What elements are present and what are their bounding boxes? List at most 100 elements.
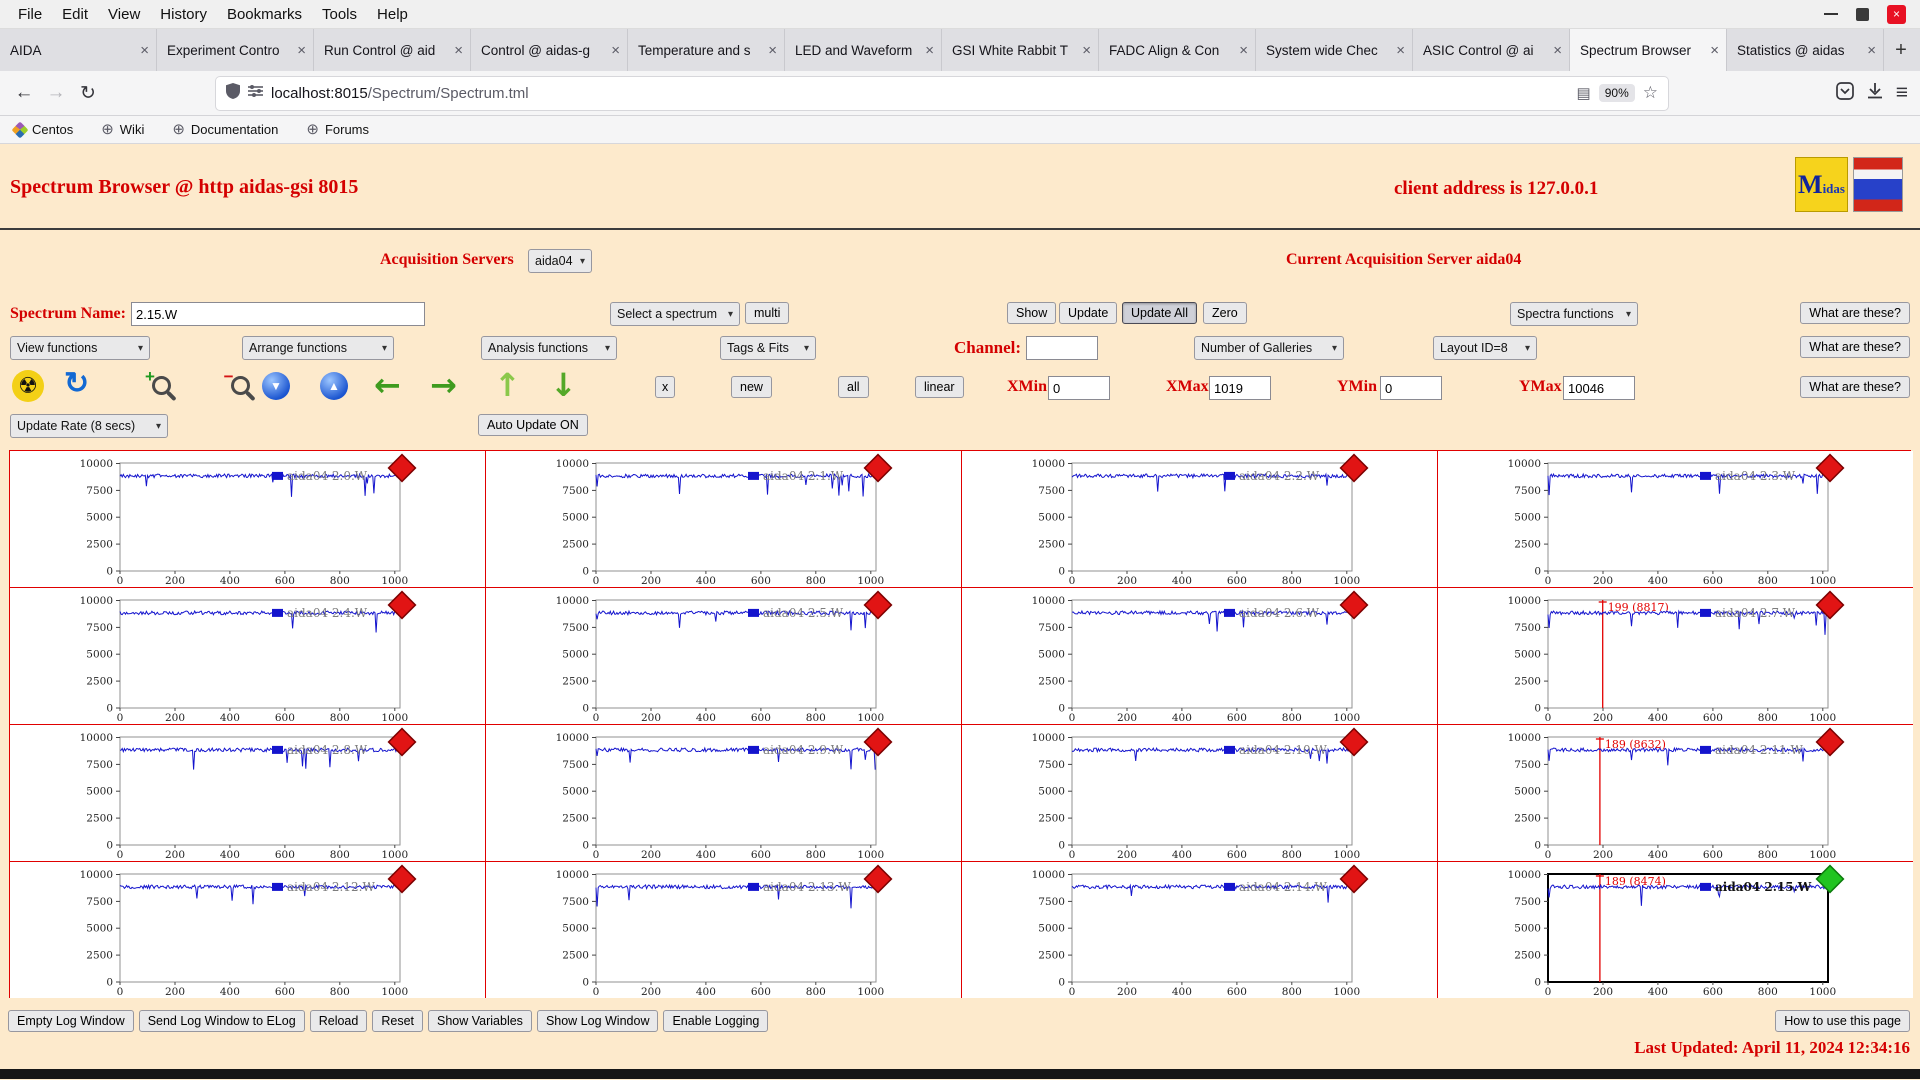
spectrum-plot-aida04-2-11-w[interactable]: 0 2500 5000 7500 10000 0 200 400 600 800 1000 189 (… xyxy=(1438,725,1913,862)
zoom-out-icon[interactable]: − xyxy=(224,367,250,395)
tab-system-wide-chec[interactable]: System wide Chec × xyxy=(1256,29,1413,71)
show-button[interactable]: Show xyxy=(1007,302,1057,324)
tab-spectrum-browser[interactable]: Spectrum Browser × xyxy=(1570,29,1727,71)
refresh-icon[interactable]: ↻ xyxy=(64,368,89,400)
menu-tools[interactable]: Tools xyxy=(312,0,367,28)
spectrum-name-input[interactable] xyxy=(131,302,425,326)
what-are-these-button[interactable]: What are these? xyxy=(1800,336,1910,358)
tab-led-and-waveform[interactable]: LED and Waveform × xyxy=(785,29,942,71)
menu-help[interactable]: Help xyxy=(367,0,418,28)
tab-close-icon[interactable]: × xyxy=(925,42,934,59)
select-spectrum-select[interactable]: Select a spectrum ▾ xyxy=(610,302,740,326)
tab-asic-control-ai[interactable]: ASIC Control @ ai × xyxy=(1413,29,1570,71)
menu-icon[interactable]: ≡ xyxy=(1896,81,1908,105)
tab-close-icon[interactable]: × xyxy=(1082,42,1091,59)
footer-show-log-window[interactable]: Show Log Window xyxy=(536,1010,659,1032)
tab-close-icon[interactable]: × xyxy=(297,42,306,59)
arrow-right-icon[interactable]: → xyxy=(430,368,457,402)
multi-button[interactable]: multi xyxy=(745,302,790,324)
bookmark-star-icon[interactable]: ☆ xyxy=(1643,83,1658,103)
spectrum-plot-aida04-2-0-w[interactable]: 0 2500 5000 7500 10000 0 200 400 600 800 1000 aida0… xyxy=(10,451,486,588)
spectra-functions-select[interactable]: Spectra functions ▾ xyxy=(1510,302,1638,326)
spectrum-plot-aida04-2-13-w[interactable]: 0 2500 5000 7500 10000 0 200 400 600 800 1000 aida0… xyxy=(486,862,962,998)
permissions-icon[interactable] xyxy=(248,84,263,103)
spectrum-plot-aida04-2-9-w[interactable]: 0 2500 5000 7500 10000 0 200 400 600 800 1000 aida0… xyxy=(486,725,962,862)
downloads-icon[interactable] xyxy=(1866,82,1884,105)
spectrum-plot-aida04-2-10-w[interactable]: 0 2500 5000 7500 10000 0 200 400 600 800 1000 aida0… xyxy=(962,725,1438,862)
forward-button[interactable]: → xyxy=(40,77,72,109)
update-button[interactable]: Update xyxy=(1059,302,1118,324)
menu-edit[interactable]: Edit xyxy=(52,0,98,28)
acquisition-server-select[interactable]: aida04 ▾ xyxy=(528,249,592,273)
bookmark-centos[interactable]: Centos xyxy=(11,121,73,138)
tab-statistics-aidas[interactable]: Statistics @ aidas × xyxy=(1727,29,1884,71)
close-button[interactable]: × xyxy=(1887,4,1906,24)
channel-input[interactable] xyxy=(1026,336,1098,360)
back-button[interactable]: ← xyxy=(8,77,40,109)
tab-experiment-contro[interactable]: Experiment Contro × xyxy=(157,29,314,71)
tab-close-icon[interactable]: × xyxy=(1396,42,1405,59)
bookmark-forums[interactable]: ⊕ Forums xyxy=(306,122,369,138)
spectrum-plot-aida04-2-12-w[interactable]: 0 2500 5000 7500 10000 0 200 400 600 800 1000 aida0… xyxy=(10,862,486,998)
tab-fadc-align-con[interactable]: FADC Align & Con × xyxy=(1099,29,1256,71)
analysis-functions-select[interactable]: Analysis functions ▾ xyxy=(481,336,617,360)
footer-reset[interactable]: Reset xyxy=(372,1010,423,1032)
footer-send-log-window-to-elog[interactable]: Send Log Window to ELog xyxy=(138,1010,305,1032)
expand-y-icon[interactable]: ▲ xyxy=(320,372,348,400)
new-button[interactable]: new xyxy=(731,376,772,398)
arrange-functions-select[interactable]: Arrange functions ▾ xyxy=(242,336,394,360)
spectrum-plot-aida04-2-7-w[interactable]: 0 2500 5000 7500 10000 0 200 400 600 800 1000 199 (… xyxy=(1438,588,1913,725)
num-galleries-select[interactable]: Number of Galleries ▾ xyxy=(1194,336,1344,360)
spectrum-plot-aida04-2-4-w[interactable]: 0 2500 5000 7500 10000 0 200 400 600 800 1000 aida0… xyxy=(10,588,486,725)
reload-button[interactable]: ↻ xyxy=(72,77,104,109)
tab-close-icon[interactable]: × xyxy=(454,42,463,59)
view-functions-select[interactable]: View functions ▾ xyxy=(10,336,150,360)
bookmark-wiki[interactable]: ⊕ Wiki xyxy=(101,122,144,138)
tab-gsi-white-rabbit-t[interactable]: GSI White Rabbit T × xyxy=(942,29,1099,71)
ymin-input[interactable] xyxy=(1380,376,1442,400)
reader-mode-icon[interactable]: ▤ xyxy=(1577,84,1591,102)
ymax-input[interactable] xyxy=(1563,376,1635,400)
spectrum-plot-aida04-2-15-w[interactable]: 0 2500 5000 7500 10000 0 200 400 600 800 1000 189 (… xyxy=(1438,862,1913,998)
tab-run-control-aid[interactable]: Run Control @ aid × xyxy=(314,29,471,71)
maximize-button[interactable] xyxy=(1856,7,1869,21)
layout-id-select[interactable]: Layout ID=8 ▾ xyxy=(1433,336,1537,360)
what-are-these-button[interactable]: What are these? xyxy=(1800,302,1910,324)
radiation-icon[interactable]: ☢ xyxy=(12,370,44,402)
footer-empty-log-window[interactable]: Empty Log Window xyxy=(8,1010,134,1032)
tab-close-icon[interactable]: × xyxy=(140,42,149,59)
spectrum-plot-aida04-2-14-w[interactable]: 0 2500 5000 7500 10000 0 200 400 600 800 1000 aida0… xyxy=(962,862,1438,998)
spectrum-plot-aida04-2-6-w[interactable]: 0 2500 5000 7500 10000 0 200 400 600 800 1000 aida0… xyxy=(962,588,1438,725)
footer-reload[interactable]: Reload xyxy=(309,1010,368,1032)
tab-close-icon[interactable]: × xyxy=(1239,42,1248,59)
footer-enable-logging[interactable]: Enable Logging xyxy=(663,1010,769,1032)
arrow-down-icon[interactable]: ↓ xyxy=(550,368,577,402)
shield-icon[interactable] xyxy=(226,82,240,104)
spectrum-plot-aida04-2-8-w[interactable]: 0 2500 5000 7500 10000 0 200 400 600 800 1000 aida0… xyxy=(10,725,486,862)
xmax-input[interactable] xyxy=(1209,376,1271,400)
spectrum-plot-aida04-2-2-w[interactable]: 0 2500 5000 7500 10000 0 200 400 600 800 1000 aida0… xyxy=(962,451,1438,588)
tab-close-icon[interactable]: × xyxy=(1553,42,1562,59)
tab-close-icon[interactable]: × xyxy=(1867,42,1876,59)
what-are-these-button[interactable]: What are these? xyxy=(1800,376,1910,398)
menu-file[interactable]: File xyxy=(8,0,52,28)
menu-history[interactable]: History xyxy=(150,0,217,28)
update-all-button[interactable]: Update All xyxy=(1122,302,1197,324)
tab-close-icon[interactable]: × xyxy=(611,42,620,59)
menu-bookmarks[interactable]: Bookmarks xyxy=(217,0,312,28)
tab-close-icon[interactable]: × xyxy=(1710,42,1719,59)
help-button[interactable]: How to use this page xyxy=(1775,1010,1910,1032)
footer-show-variables[interactable]: Show Variables xyxy=(428,1010,532,1032)
new-tab-button[interactable]: + xyxy=(1884,29,1918,71)
zoom-in-icon[interactable]: + xyxy=(145,367,171,395)
spectrum-plot-aida04-2-5-w[interactable]: 0 2500 5000 7500 10000 0 200 400 600 800 1000 aida0… xyxy=(486,588,962,725)
auto-update-button[interactable]: Auto Update ON xyxy=(478,414,588,436)
tab-temperature-and-s[interactable]: Temperature and s × xyxy=(628,29,785,71)
bookmark-documentation[interactable]: ⊕ Documentation xyxy=(172,122,278,138)
spectrum-plot-aida04-2-1-w[interactable]: 0 2500 5000 7500 10000 0 200 400 600 800 1000 aida0… xyxy=(486,451,962,588)
xmin-input[interactable] xyxy=(1048,376,1110,400)
spectrum-plot-aida04-2-3-w[interactable]: 0 2500 5000 7500 10000 0 200 400 600 800 1000 aida0… xyxy=(1438,451,1913,588)
zoom-indicator[interactable]: 90% xyxy=(1598,84,1635,102)
minimize-button[interactable] xyxy=(1824,13,1838,15)
tab-aida[interactable]: AIDA × xyxy=(0,29,157,71)
